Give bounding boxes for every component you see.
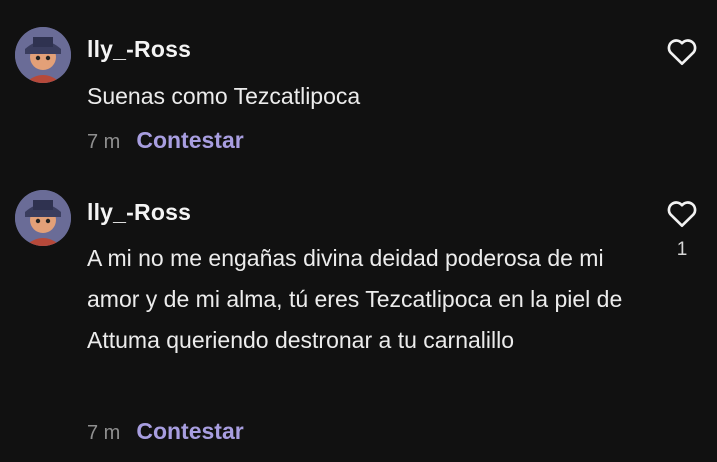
comment-item: lly_-Ross A mi no me engañas divina deid… xyxy=(0,170,717,462)
like-control: 1 xyxy=(664,198,700,261)
comment-username[interactable]: lly_-Ross xyxy=(87,36,191,63)
like-control xyxy=(664,36,700,77)
comment-text: A mi no me engañas divina deidad poderos… xyxy=(87,245,623,353)
comment-timestamp: 7 m xyxy=(87,422,121,444)
reply-button[interactable]: Contestar xyxy=(136,127,243,154)
reply-button[interactable]: Contestar xyxy=(136,418,243,445)
avatar[interactable] xyxy=(15,27,71,83)
comment-username[interactable]: lly_-Ross xyxy=(87,199,191,226)
heart-icon[interactable] xyxy=(666,198,698,228)
comment-item: lly_-Ross Suenas como Tezcatlipoca 7 m C… xyxy=(0,0,717,170)
avatar[interactable] xyxy=(15,190,71,246)
comment-meta: 7 m Contestar xyxy=(87,127,244,154)
comment-timestamp: 7 m xyxy=(87,131,121,153)
comment-meta: 7 m Contestar xyxy=(87,418,244,445)
comment-text: Suenas como Tezcatlipoca xyxy=(87,83,361,109)
like-count: 1 xyxy=(676,239,688,260)
heart-icon[interactable] xyxy=(666,36,698,66)
